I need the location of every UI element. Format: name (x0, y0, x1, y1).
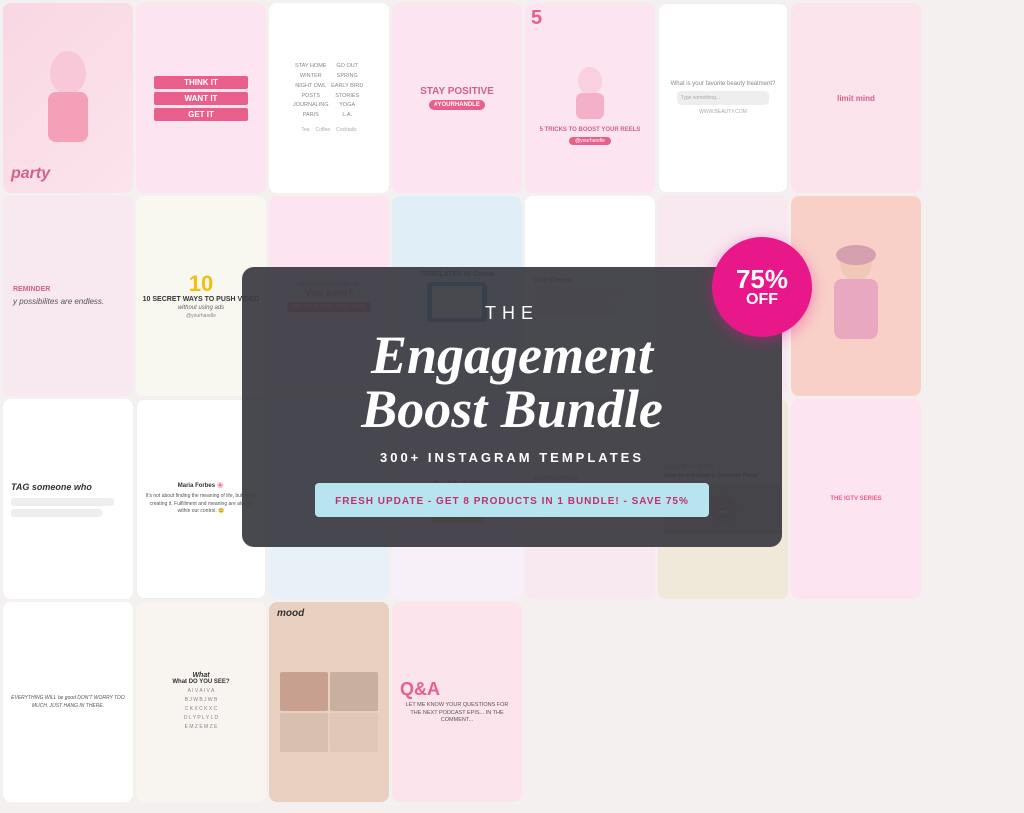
discount-badge: 75% OFF (712, 237, 812, 337)
think-line-1: THINK IT (154, 76, 248, 89)
without-ads-text: without using ads (178, 305, 224, 311)
card-igtv: THE IGTV SERIES (791, 399, 921, 599)
everything-good-text: EVERYTHING WILL be good DON'T WORRY TOO … (9, 694, 127, 710)
card-qa: Q&A LET ME KNOW YOUR QUESTIONS FOR THE N… (392, 602, 522, 802)
card-tag-someone: TAG someone who (3, 399, 133, 599)
banner-text: FRESH UPDATE - GET 8 PRODUCTS IN 1 BUNDL… (335, 496, 689, 507)
badge-off: OFF (746, 292, 778, 308)
yourhandle2-text: @yourhandle (186, 313, 216, 319)
qa-big-text: Q&A (400, 679, 440, 700)
badge-percent: 75% (736, 266, 788, 292)
card-think-it: THINK IT WANT IT GET IT (136, 3, 266, 193)
card-tricks-boost: 5 5 TRICKS TO BOOST YOUR REELS @yourhand… (525, 3, 655, 193)
limit-mind-text: limit mind (837, 94, 875, 103)
overlay-banner: FRESH UPDATE - GET 8 PRODUCTS IN 1 BUNDL… (315, 483, 709, 517)
number-10: 10 (189, 273, 213, 295)
card-what-do-you-see: What What DO YOU SEE? A I V A I V A B J … (136, 602, 266, 802)
mood-text: mood (277, 608, 304, 619)
overlay-title-engagement: Engagement (292, 328, 732, 382)
what-do-you-see-text: What DO YOU SEE? (172, 679, 229, 685)
card-beauty: What is your favorite beauty treatment? … (658, 3, 788, 193)
think-line-3: GET IT (154, 108, 248, 121)
card-everything-good: EVERYTHING WILL be good DON'T WORRY TOO … (3, 602, 133, 802)
main-overlay: 75% OFF THE Engagement Boost Bundle 300+… (242, 267, 782, 547)
overlay-title-boost-bundle: Boost Bundle (292, 382, 732, 436)
beauty-treatment-text: What is your favorite beauty treatment? (671, 81, 776, 87)
tricks-boost-text: 5 TRICKS TO BOOST YOUR REELS (540, 127, 641, 135)
www-beauty: WWW.BEAUTY.COM (699, 109, 747, 115)
think-line-2: WANT IT (154, 92, 248, 105)
reminder-text: REMINDER (13, 286, 50, 293)
card-stay-positive: STAY POSITIVE #YOURHANDLE (392, 3, 522, 193)
card-party: party (3, 3, 133, 193)
card-mood: mood (269, 602, 389, 802)
tag-someone-text: TAG someone who (11, 482, 92, 492)
card-limit-mind: limit mind (791, 3, 921, 193)
card-checklist: STAY HOMEGO OUT WINTERSPRING NIGHT OWLEA… (269, 3, 389, 193)
what-label: What (192, 672, 209, 679)
possibilities-text: y possibilites are endless. (13, 297, 104, 306)
qa-subtext: LET ME KNOW YOUR QUESTIONS FOR THE NEXT … (400, 702, 514, 725)
card-reminder: REMINDER y possibilites are endless. (3, 196, 133, 396)
overlay-subtitle: 300+ Instagram Templates (292, 450, 732, 465)
stay-positive-text: STAY POSITIVE (420, 86, 494, 98)
overlay-the: THE (292, 303, 732, 324)
yourhandle-tag: #YOURHANDLE (429, 100, 485, 110)
